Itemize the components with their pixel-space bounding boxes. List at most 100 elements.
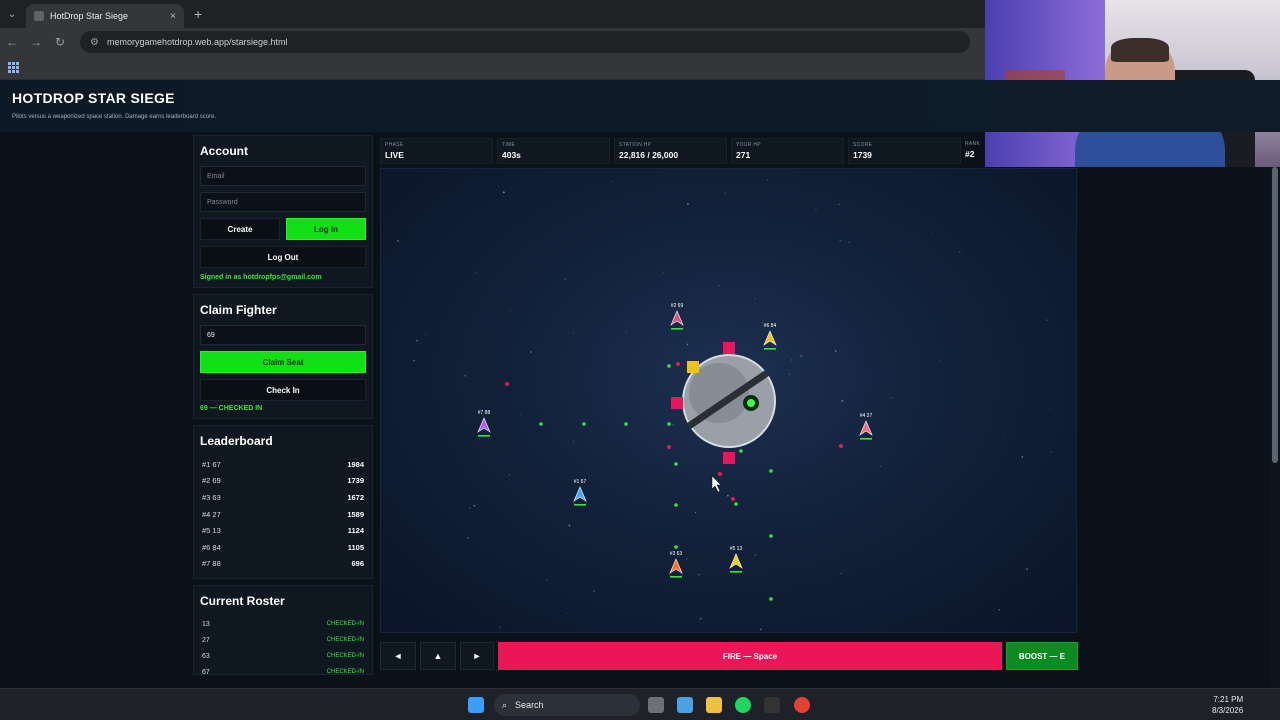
apps-grid-icon[interactable] [8,62,19,73]
claim-seat-button[interactable]: Claim Seat [200,351,366,373]
roster-status: CHECKED-IN [326,621,364,628]
roster-row: 13 CHECKED-IN [200,616,366,632]
close-tab-icon[interactable]: × [170,11,176,22]
leaderboard-pilot: #6 84 [202,542,221,552]
pilot-bullet [674,462,678,466]
pilot-bullet [582,422,586,426]
spotify-icon[interactable] [735,697,751,713]
star [840,572,842,574]
fighter-ship [670,310,684,326]
roster-status: CHECKED-IN [326,669,364,676]
star [880,465,882,467]
browser-toolbar: ← → ↻ ⚙ memorygamehotdrop.web.app/starsi… [0,28,985,56]
fire-button[interactable]: FIRE — Space [498,642,1002,670]
stat-your-hp: YOUR HP 271 [731,138,844,164]
game-arena[interactable]: #2 69 #6 84 #7 88 #4 27 #1 67 #3 63 #5 13 [380,168,1077,633]
task-view-icon[interactable] [648,697,664,713]
roster-id: 67 [202,668,210,676]
star [686,203,689,206]
page-scrollbar[interactable] [1270,167,1280,687]
stat-label: TIME [502,142,516,148]
ship-hp-bar [670,576,682,578]
notepad-icon[interactable] [677,697,693,713]
star [519,413,522,415]
move-right-button[interactable]: ► [460,642,494,670]
stat-station-hp: STATION HP 22,816 / 26,000 [614,138,727,164]
stat-value: 22,816 / 26,000 [619,150,679,160]
leaderboard-pilot: #7 88 [202,559,221,569]
roster-status: CHECKED-IN [326,653,364,660]
station-bullet [505,382,509,386]
star [498,185,500,187]
pilot-bullet [739,449,743,453]
station-bullet [676,362,680,366]
email-field[interactable]: Email [200,166,366,186]
star [467,536,470,539]
check-in-button[interactable]: Check In [200,379,366,401]
star [724,192,726,194]
chrome-icon[interactable] [794,697,810,713]
stat-label: STATION HP [619,142,652,148]
star [1046,319,1048,321]
hud-fx-icon[interactable] [764,697,780,713]
logout-button[interactable]: Log Out [200,246,366,268]
pilot-bullet [769,597,773,601]
page-title: HOTDROP STAR SIEGE [12,90,175,106]
site-info-icon[interactable]: ⚙ [90,37,99,48]
move-left-button[interactable]: ◄ [380,642,416,670]
start-icon[interactable] [468,697,484,713]
leaderboard-score: 1739 [347,476,364,486]
star [761,322,763,324]
stat-value: LIVE [385,150,404,160]
arena-canvas[interactable]: #2 69 #6 84 #7 88 #4 27 #1 67 #3 63 #5 13 [381,169,1077,633]
ship-hp-bar [860,438,872,440]
star [568,524,571,527]
taskbar-search[interactable]: ⌕ Search [494,694,640,716]
star [754,298,756,300]
station-turret [671,397,683,409]
pilot-bullet [734,502,738,506]
stat-label: PHASE [385,142,404,148]
reload-icon[interactable]: ↻ [48,35,72,49]
roster-row: 67 CHECKED-IN [200,664,366,675]
roster-id: 27 [202,636,210,644]
star [931,232,933,233]
ship-label: #5 13 [730,546,743,552]
star [1050,451,1052,453]
leaderboard-pilot: #2 69 [202,476,221,486]
ship-label: #6 84 [764,323,777,329]
bookmarks-bar [0,56,985,80]
address-bar[interactable]: ⚙ memorygamehotdrop.web.app/starsiege.ht… [80,31,970,53]
ship-hp-bar [730,571,742,573]
signed-in-status: Signed in as hotdropfps@gmail.com [200,274,322,281]
back-icon[interactable]: ← [0,35,24,49]
create-button[interactable]: Create [200,218,280,240]
claim-fighter-heading: Claim Fighter [200,303,277,317]
leaderboard-row: #5 13 1124 [200,522,366,539]
scrollbar-thumb[interactable] [1272,167,1278,463]
leaderboard-score: 1672 [347,492,364,502]
pilot-bullet [667,364,671,368]
new-tab-button[interactable]: + [194,6,202,22]
leaderboard-pilot: #1 67 [202,459,221,469]
stats-bar: PHASE LIVE TIME 403s STATION HP 22,816 / 26,0… [380,138,985,164]
stat-phase: PHASE LIVE [380,138,493,164]
browser-tab[interactable]: HotDrop Star Siege × [26,4,184,28]
forward-icon[interactable]: → [24,35,48,49]
star [508,474,510,476]
tab-search-icon[interactable]: ⌄ [0,0,24,28]
password-field[interactable]: Password [200,192,366,212]
system-clock[interactable]: 7:21 PM 8/3/2026 [1212,694,1243,716]
fighter-ship [477,417,491,433]
boost-button[interactable]: BOOST — E [1006,642,1078,670]
file-explorer-icon[interactable] [706,697,722,713]
seat-number-input[interactable]: 69 [200,325,366,345]
leaderboard-pilot: #5 13 [202,526,221,536]
star [1021,456,1024,458]
leaderboard-row: #4 27 1589 [200,506,366,523]
login-button[interactable]: Log In [286,218,366,240]
star [530,351,532,353]
move-up-button[interactable]: ▲ [420,642,456,670]
star [468,506,471,509]
ship-label: #1 67 [574,479,587,485]
